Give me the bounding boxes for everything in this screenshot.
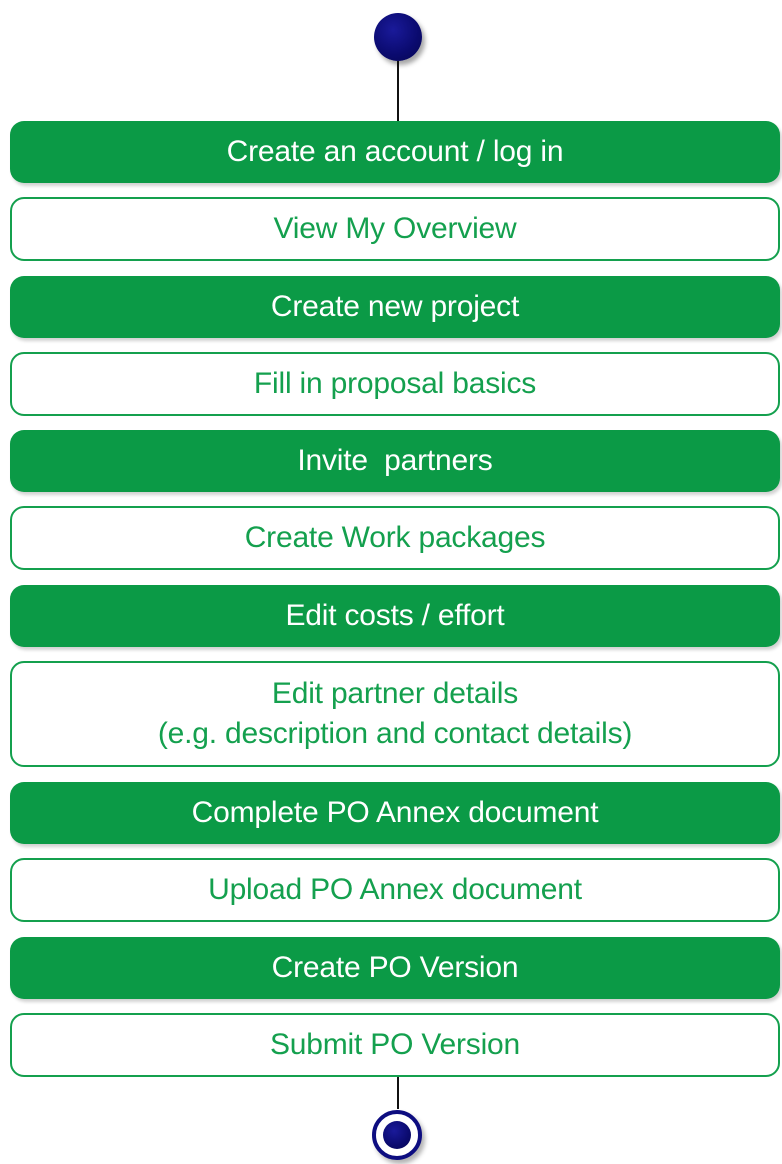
step-invite-partners: Invite partners <box>10 430 780 492</box>
end-node-dot <box>383 1121 411 1149</box>
step-edit-partner-details-sublabel: (e.g. description and contact details) <box>157 717 633 750</box>
step-upload-po-annex: Upload PO Annex document <box>10 858 780 922</box>
step-view-overview-label: View My Overview <box>273 212 517 246</box>
step-create-account: Create an account / log in <box>10 121 780 183</box>
step-edit-partner-details-label: Edit partner details <box>271 677 519 711</box>
step-edit-costs: Edit costs / effort <box>10 585 780 647</box>
step-edit-partner-details: Edit partner details (e.g. description a… <box>10 661 780 767</box>
step-create-work-packages-label: Create Work packages <box>244 521 546 555</box>
end-connector <box>397 1077 399 1109</box>
step-fill-proposal-basics-label: Fill in proposal basics <box>253 367 537 401</box>
step-create-account-label: Create an account / log in <box>226 135 564 169</box>
step-complete-po-annex-label: Complete PO Annex document <box>191 796 599 830</box>
end-node <box>372 1110 422 1160</box>
start-node <box>374 13 422 61</box>
step-create-po-version: Create PO Version <box>10 937 780 999</box>
step-submit-po-version-label: Submit PO Version <box>269 1028 521 1062</box>
step-create-project: Create new project <box>10 276 780 338</box>
step-create-work-packages: Create Work packages <box>10 506 780 570</box>
step-edit-costs-label: Edit costs / effort <box>285 599 505 633</box>
step-view-overview: View My Overview <box>10 197 780 261</box>
step-fill-proposal-basics: Fill in proposal basics <box>10 352 780 416</box>
step-upload-po-annex-label: Upload PO Annex document <box>208 873 582 907</box>
step-complete-po-annex: Complete PO Annex document <box>10 782 780 844</box>
start-connector <box>397 61 399 121</box>
step-submit-po-version: Submit PO Version <box>10 1013 780 1077</box>
step-create-project-label: Create new project <box>270 290 520 324</box>
step-create-po-version-label: Create PO Version <box>271 951 519 985</box>
step-invite-partners-label: Invite partners <box>297 444 493 478</box>
